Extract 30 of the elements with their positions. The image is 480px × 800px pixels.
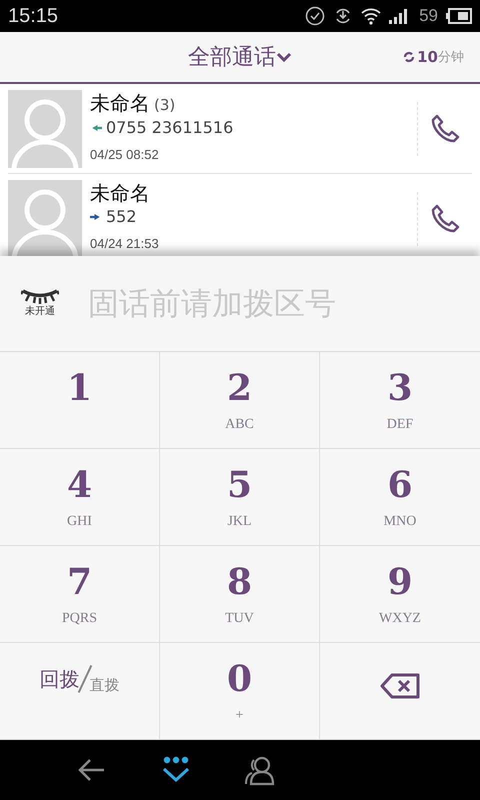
check-circle-icon xyxy=(305,6,326,26)
call-time: 04/25 08:52 xyxy=(90,146,160,164)
contact-name: 未命名 xyxy=(90,180,150,206)
dial-key[interactable]: 8 TUV xyxy=(160,546,320,643)
call-mode-toggle[interactable]: 回拨 直拨 xyxy=(0,643,160,740)
dial-key[interactable]: 2 ABC xyxy=(160,352,320,449)
call-count: (3) xyxy=(154,95,176,116)
backspace-icon xyxy=(380,673,420,699)
contact-name: 未命名 xyxy=(90,90,150,116)
phone-icon xyxy=(429,113,461,145)
service-status: 未开通 xyxy=(25,304,55,319)
minutes-value: 10 xyxy=(417,47,438,68)
battery-icon xyxy=(446,8,472,24)
battery-level: 59 xyxy=(419,5,438,28)
dial-key[interactable]: 7 PQRS xyxy=(0,546,160,643)
phone-number: 552 xyxy=(106,206,137,228)
closed-eye-icon xyxy=(21,288,59,304)
dial-key[interactable]: 0 + xyxy=(160,643,320,740)
dial-key[interactable]: 5 JKL xyxy=(160,449,320,546)
status-time: 15:15 xyxy=(8,4,58,29)
dial-key[interactable]: 4 GHI xyxy=(0,449,160,546)
minutes-unit: 分钟 xyxy=(438,48,464,66)
phone-icon xyxy=(429,203,461,235)
wifi-icon xyxy=(361,7,382,25)
refresh-icon xyxy=(403,51,416,64)
phone-number: 0755 23611516 xyxy=(106,116,234,138)
chevron-down-icon xyxy=(276,51,292,63)
call-filter-dropdown[interactable]: 全部通话 xyxy=(188,40,292,74)
call-time: 04/24 21:53 xyxy=(90,235,160,253)
dial-key[interactable]: 1 xyxy=(0,352,160,449)
